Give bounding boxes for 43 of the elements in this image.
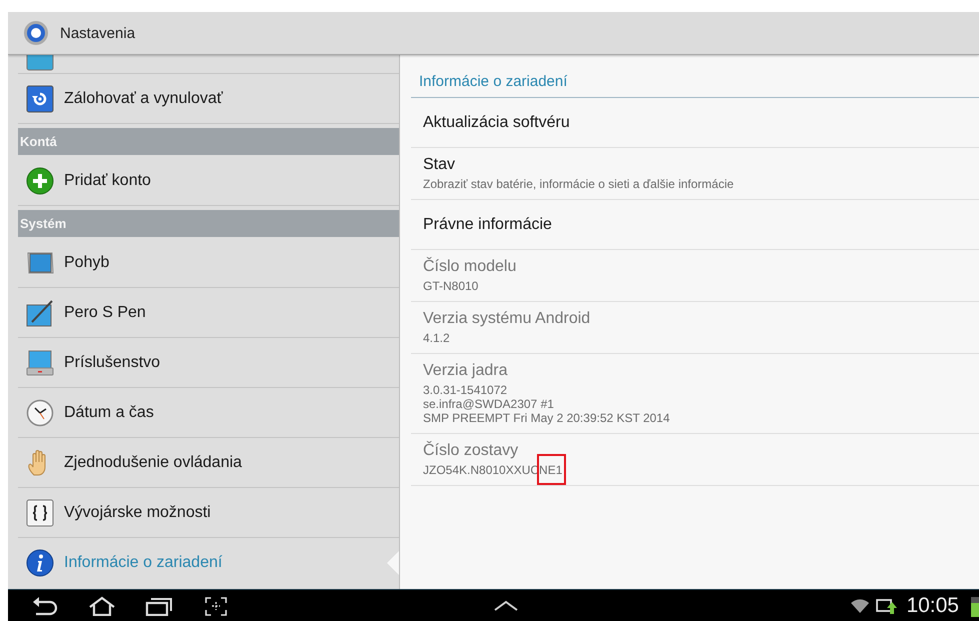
item-summary: se.infra@SWDA2307 #1: [423, 397, 554, 411]
item-title: Číslo modelu: [423, 258, 518, 276]
item-summary: 3.0.31-1541072: [423, 383, 508, 397]
settings-item[interactable]: Pero S Pen: [18, 288, 399, 338]
item-summary: Zobraziť stav batérie, informácie o sieti a ďalšie informácie: [423, 177, 734, 191]
settings-item[interactable]: Pridať konto: [18, 156, 399, 206]
home-icon[interactable]: [87, 596, 117, 616]
info-item[interactable]: Stav Zobraziť stav batérie, informácie o sieti a ďalšie informácie: [411, 148, 979, 200]
add-icon: [26, 166, 54, 194]
info-item[interactable]: Aktualizácia softvéru: [411, 98, 979, 148]
info-icon: [26, 549, 54, 577]
settings-item[interactable]: Zálohovať a vynulovať: [18, 74, 399, 124]
item-title: Právne informácie: [423, 216, 553, 234]
item-title: Verzia systému Android: [423, 310, 592, 328]
item-title: Číslo zostavy: [423, 442, 520, 460]
settings-item[interactable]: Pohyb: [18, 238, 399, 288]
clock-time: 10:05: [906, 594, 959, 618]
section-header: Kontá: [18, 128, 399, 155]
monitor-icon: [26, 348, 54, 376]
settings-item[interactable]: Vývojárske možnosti: [18, 488, 399, 538]
item-summary: SMP PREEMPT Fri May 2 20:39:52 KST 2014: [423, 411, 670, 425]
item-title: Verzia jadra: [423, 362, 508, 380]
section-header: Systém: [18, 210, 399, 237]
panel-title: Informácie o zariadení: [411, 55, 979, 98]
usb-upload-icon: [876, 596, 898, 614]
item-summary: GT-N8010: [423, 279, 478, 293]
recent-apps-icon[interactable]: [144, 596, 174, 616]
backup-icon: [26, 84, 54, 112]
app-title: Nastavenia: [60, 24, 136, 42]
caret-up-icon[interactable]: [493, 600, 519, 612]
settings-icon[interactable]: [22, 19, 50, 47]
braces-icon: [26, 498, 54, 526]
info-item[interactable]: Právne informácie: [411, 200, 979, 250]
settings-item[interactable]: Dátum a čas: [18, 388, 399, 438]
battery-icon: [971, 594, 979, 616]
item-title: Stav: [423, 156, 456, 174]
settings-item[interactable]: Príslušenstvo: [18, 338, 399, 388]
settings-item[interactable]: Zjednodušenie ovládania: [18, 438, 399, 488]
item-title: Aktualizácia softvéru: [423, 114, 571, 132]
clock-icon: [26, 398, 54, 426]
wifi-icon: [850, 598, 870, 614]
item-summary: 4.1.2: [423, 331, 450, 345]
pen-icon: [26, 298, 54, 326]
